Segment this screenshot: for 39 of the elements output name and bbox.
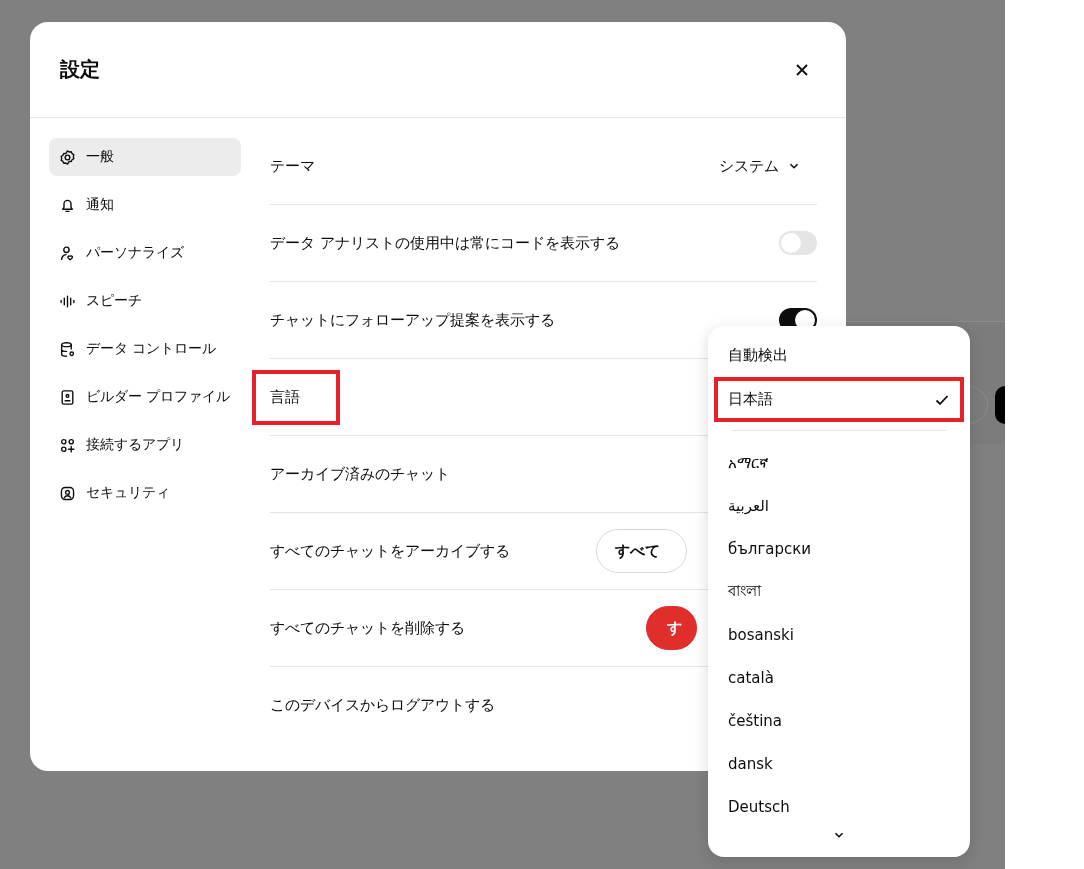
- sidebar-item[interactable]: データ コントロール: [49, 330, 241, 368]
- sidebar-item[interactable]: 通知: [49, 186, 241, 224]
- toggle-switch[interactable]: [779, 231, 817, 255]
- apps-icon: [59, 436, 76, 454]
- setting-label: テーマ: [270, 155, 315, 177]
- sidebar-item[interactable]: パーソナライズ: [49, 234, 241, 272]
- setting-label: チャットにフォローアップ提案を表示する: [270, 309, 555, 331]
- setting-label: すべてのチャットを削除する: [270, 617, 465, 639]
- settings-icon: [59, 148, 76, 166]
- archive-button[interactable]: すべて: [596, 529, 687, 573]
- language-option[interactable]: العربية: [714, 484, 964, 527]
- setting-label: データ アナリストの使用中は常にコードを表示する: [270, 232, 620, 254]
- sidebar-item[interactable]: 接続するアプリ: [49, 426, 241, 464]
- person-icon: [59, 244, 76, 262]
- database-icon: [59, 340, 76, 358]
- theme-dropdown[interactable]: システム: [719, 156, 801, 176]
- dialog-title: 設定: [60, 56, 100, 83]
- language-option[interactable]: dansk: [714, 742, 964, 785]
- language-option[interactable]: čeština: [714, 699, 964, 742]
- id-card-icon: [59, 388, 76, 406]
- sidebar-item[interactable]: 一般: [49, 138, 241, 176]
- shield-icon: [59, 484, 76, 502]
- sidebar-item[interactable]: ビルダー プロファイル: [49, 378, 241, 416]
- delete-button[interactable]: す: [646, 606, 697, 650]
- close-icon: [794, 61, 810, 78]
- sidebar-item[interactable]: セキュリティ: [49, 474, 241, 512]
- language-option[interactable]: Deutsch: [714, 785, 964, 828]
- language-option[interactable]: bosanski: [714, 613, 964, 656]
- language-option[interactable]: বাংলা: [714, 570, 964, 613]
- language-option[interactable]: አማርኛ: [714, 441, 964, 484]
- setting-label: すべてのチャットをアーカイブする: [270, 540, 510, 562]
- setting-label: このデバイスからログアウトする: [270, 694, 495, 716]
- setting-label: アーカイブ済みのチャット: [270, 463, 450, 485]
- language-option[interactable]: 日本語: [714, 377, 964, 422]
- language-option[interactable]: 自動検出: [714, 334, 964, 377]
- sidebar-item[interactable]: スピーチ: [49, 282, 241, 320]
- language-option[interactable]: català: [714, 656, 964, 699]
- language-option[interactable]: български: [714, 527, 964, 570]
- sound-wave-icon: [59, 292, 76, 310]
